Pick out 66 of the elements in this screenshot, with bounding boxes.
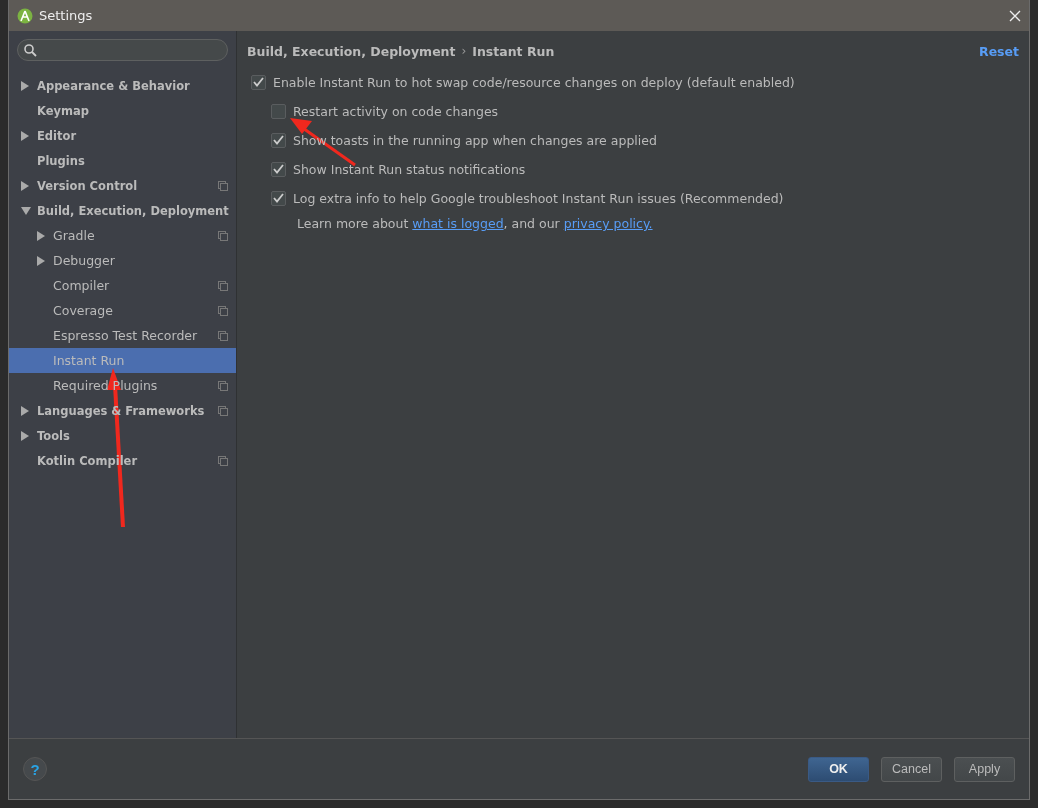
android-logo-icon: [17, 7, 33, 24]
tree-item-label: Keymap: [37, 103, 89, 118]
tree-item-label: Version Control: [37, 178, 138, 193]
option-label: Enable Instant Run to hot swap code/resource changes on deploy (default enabled): [273, 74, 795, 90]
expand-arrow-icon[interactable]: [21, 130, 29, 141]
search-icon: [24, 43, 37, 57]
option-label: Log extra info to help Google troubleshoot Instant Run issues (Recommended): [293, 190, 784, 206]
checkbox[interactable]: [271, 132, 286, 148]
tree-item[interactable]: Version Control: [9, 173, 236, 198]
copy-icon: [218, 230, 228, 241]
copy-icon: [218, 455, 228, 466]
tree-item[interactable]: Coverage: [9, 298, 236, 323]
breadcrumb-current: Instant Run: [472, 43, 555, 59]
checkbox[interactable]: [271, 103, 286, 119]
tree-item-label: Build, Execution, Deployment: [37, 203, 229, 218]
tree-item[interactable]: Editor: [9, 123, 236, 148]
tree-item[interactable]: Tools: [9, 423, 236, 448]
tree-item-label: Plugins: [37, 153, 85, 168]
copy-icon: [218, 280, 228, 291]
learn-more-text: Learn more about what is logged, and our privacy policy.: [297, 216, 654, 231]
tree-item[interactable]: Debugger: [9, 248, 236, 273]
tree-item-label: Editor: [37, 128, 77, 143]
tree-item[interactable]: Espresso Test Recorder: [9, 323, 236, 348]
dialog-button[interactable]: Cancel: [881, 756, 942, 782]
close-icon[interactable]: [1009, 9, 1021, 22]
expand-arrow-icon[interactable]: [21, 430, 29, 441]
copy-icon: [218, 405, 228, 416]
reset-link[interactable]: Reset: [979, 43, 1019, 59]
tree-item-label: Gradle: [53, 228, 95, 243]
tree-item-label: Espresso Test Recorder: [53, 328, 198, 343]
expand-arrow-icon[interactable]: [37, 230, 45, 241]
checkbox[interactable]: [251, 74, 266, 90]
tree-item[interactable]: Compiler: [9, 273, 236, 298]
ok-button[interactable]: OK: [808, 756, 869, 782]
expand-arrow-icon[interactable]: [21, 80, 29, 91]
tree-item-label: Debugger: [53, 253, 115, 268]
search-field[interactable]: [17, 39, 228, 61]
option-label: Show Instant Run status notifications: [293, 161, 526, 177]
what-is-logged-link[interactable]: what is logged: [412, 216, 504, 231]
expand-arrow-icon[interactable]: [21, 405, 29, 416]
checkbox[interactable]: [271, 190, 286, 206]
tree-item-label: Instant Run: [53, 353, 125, 368]
copy-icon: [218, 380, 228, 391]
tree-item[interactable]: Appearance & Behavior: [9, 73, 236, 98]
tree-item[interactable]: Gradle: [9, 223, 236, 248]
tree-item[interactable]: Keymap: [9, 98, 236, 123]
privacy-policy-link[interactable]: privacy policy.: [563, 216, 653, 231]
option-label: Restart activity on code changes: [293, 103, 499, 119]
tree-item-label: Appearance & Behavior: [37, 78, 190, 93]
help-button[interactable]: ?: [23, 757, 47, 781]
tree-item-label: Compiler: [53, 278, 110, 293]
tree-item-label: Tools: [37, 428, 70, 443]
tree-item-label: Coverage: [53, 303, 113, 318]
breadcrumb-parent: Build, Execution, Deployment: [247, 43, 456, 59]
copy-icon: [218, 180, 228, 191]
dialog-button[interactable]: Apply: [954, 756, 1015, 782]
copy-icon: [218, 330, 228, 341]
expand-arrow-icon[interactable]: [37, 255, 45, 266]
collapse-arrow-icon[interactable]: [21, 206, 31, 215]
tree-item[interactable]: Build, Execution, Deployment: [9, 198, 236, 223]
copy-icon: [218, 305, 228, 316]
expand-arrow-icon[interactable]: [21, 180, 29, 191]
checkbox[interactable]: [271, 161, 286, 177]
window-title: Settings: [39, 8, 94, 23]
tree-item[interactable]: Plugins: [9, 148, 236, 173]
breadcrumb-separator: ›: [461, 44, 467, 58]
